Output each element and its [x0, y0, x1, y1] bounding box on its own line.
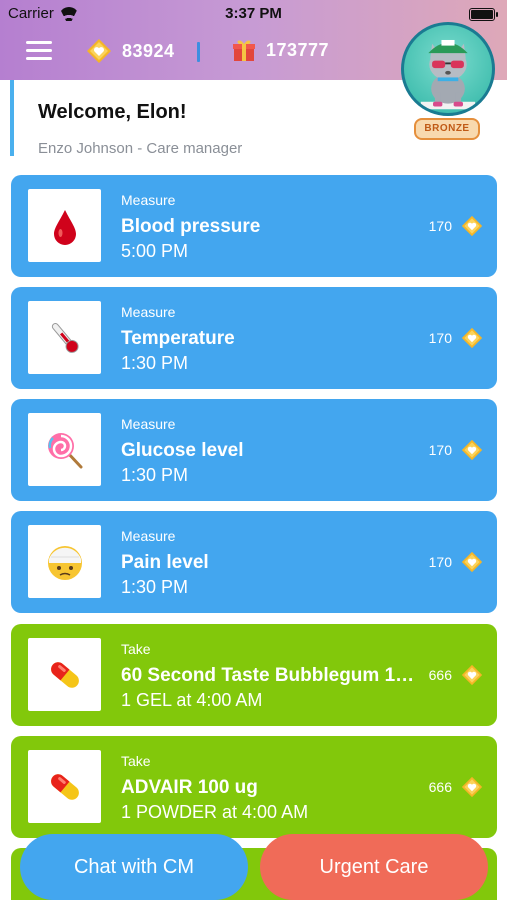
task-type: Measure — [121, 192, 176, 208]
task-icon-box — [28, 189, 101, 262]
task-points-value: 170 — [428, 330, 452, 346]
task-points: 170 — [429, 327, 483, 349]
task-card[interactable]: Take ADVAIR 100 ug 1 POWDER at 4:00 AM 6… — [11, 736, 497, 838]
task-points-value: 170 — [428, 218, 452, 234]
task-title: Blood pressure — [121, 216, 261, 237]
task-card[interactable]: Measure Blood pressure 5:00 PM 170 — [11, 175, 497, 277]
profile-avatar[interactable]: BRONZE — [401, 22, 497, 142]
bandaged-face-icon — [47, 545, 82, 580]
task-type: Take — [121, 641, 151, 657]
heart-coin-icon — [461, 439, 483, 461]
care-manager-label: Enzo Johnson - Care manager — [38, 140, 243, 157]
rank-badge: BRONZE — [414, 118, 480, 140]
task-icon-box — [28, 413, 101, 486]
task-card[interactable]: Measure Pain level 1:30 PM 170 — [11, 511, 497, 613]
heart-coin-icon — [461, 215, 483, 237]
blood-drop-icon — [53, 209, 76, 245]
heart-coin-icon — [86, 38, 112, 64]
task-icon-box — [28, 750, 101, 823]
task-points: 170 — [429, 215, 483, 237]
task-points-value: 666 — [428, 779, 452, 795]
task-type: Measure — [121, 416, 176, 432]
task-icon-box — [28, 301, 101, 374]
task-title: 60 Second Taste Bubblegum 1… — [121, 665, 415, 686]
task-card[interactable]: Take 60 Second Taste Bubblegum 1… 1 GEL … — [11, 624, 497, 726]
coins-value: 83924 — [122, 40, 175, 61]
chat-with-cm-button[interactable]: Chat with CM — [20, 834, 248, 900]
menu-button[interactable] — [26, 41, 52, 61]
task-card[interactable]: Measure Temperature 1:30 PM 170 — [11, 287, 497, 389]
task-time: 5:00 PM — [121, 241, 189, 261]
heart-coin-icon — [461, 664, 483, 686]
lollipop-icon — [47, 432, 82, 468]
task-time: 1 POWDER at 4:00 AM — [121, 802, 309, 822]
cat-avatar-icon — [420, 39, 476, 110]
task-type: Take — [121, 753, 151, 769]
task-time: 1 GEL at 4:00 AM — [121, 690, 263, 710]
task-type: Measure — [121, 304, 176, 320]
gift-icon — [232, 38, 256, 62]
coins-counter[interactable]: 83924 — [86, 38, 175, 64]
task-points-value: 666 — [428, 667, 452, 683]
task-points: 666 — [429, 664, 483, 686]
battery-icon — [469, 8, 498, 21]
pill-icon — [50, 661, 79, 688]
task-points: 170 — [429, 439, 483, 461]
task-time: 1:30 PM — [121, 465, 189, 485]
heart-coin-icon — [461, 776, 483, 798]
task-points: 170 — [429, 551, 483, 573]
urgent-care-button[interactable]: Urgent Care — [260, 834, 488, 900]
heart-coin-icon — [461, 327, 483, 349]
task-type: Measure — [121, 528, 176, 544]
task-title: Temperature — [121, 328, 235, 349]
gifts-value: 173777 — [266, 39, 330, 60]
status-time: 3:37 PM — [225, 5, 282, 22]
welcome-section: Welcome, Elon! Enzo Johnson - Care manag… — [10, 80, 400, 157]
task-points: 666 — [429, 776, 483, 798]
thermometer-icon — [51, 322, 79, 353]
task-time: 1:30 PM — [121, 577, 189, 597]
welcome-title: Welcome, Elon! — [38, 101, 187, 123]
task-icon-box — [28, 525, 101, 598]
task-title: Pain level — [121, 552, 209, 573]
avatar[interactable] — [401, 22, 495, 116]
task-points-value: 170 — [428, 554, 452, 570]
task-card[interactable]: Measure Glucose level 1:30 PM 170 — [11, 399, 497, 501]
task-title: ADVAIR 100 ug — [121, 777, 258, 798]
heart-coin-icon — [461, 551, 483, 573]
task-points-value: 170 — [428, 442, 452, 458]
task-icon-box — [28, 638, 101, 711]
gifts-counter[interactable]: 173777 — [232, 38, 329, 62]
pill-icon — [50, 773, 79, 800]
task-time: 1:30 PM — [121, 353, 189, 373]
header-divider — [197, 42, 200, 62]
hamburger-icon — [26, 41, 52, 44]
task-title: Glucose level — [121, 440, 244, 461]
